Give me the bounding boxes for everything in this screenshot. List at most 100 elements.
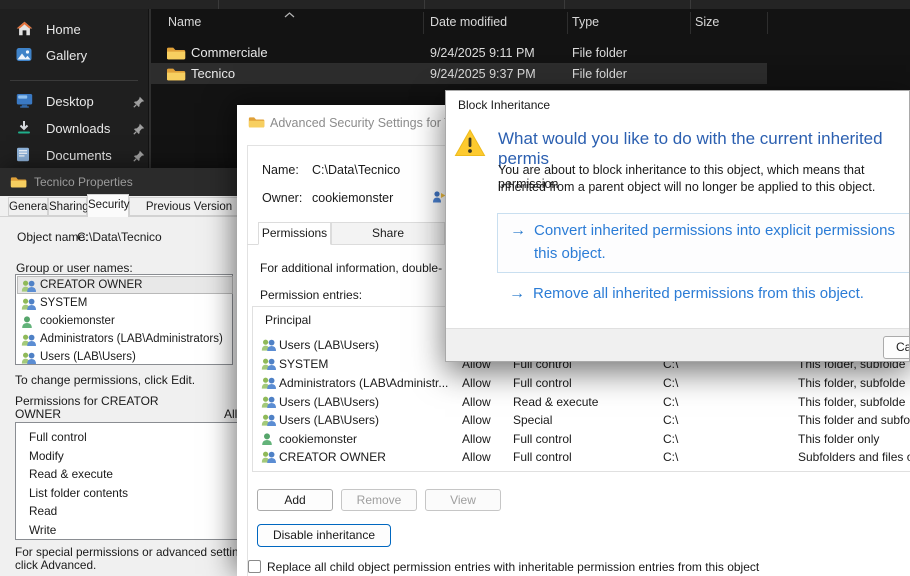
entry-principal: Users (LAB\Users) [279, 395, 379, 409]
explorer-toolbar-bottom-strip [0, 0, 910, 9]
remove-button[interactable]: Remove [341, 489, 417, 511]
group-item-users[interactable]: Users (LAB\Users) [17, 348, 233, 366]
sidebar-item-home[interactable]: Home [0, 18, 148, 42]
tab-security[interactable]: Security [87, 194, 129, 217]
sidebar-item-desktop[interactable]: Desktop [0, 90, 148, 114]
group-icon [21, 351, 37, 369]
tab-label: Share [372, 226, 404, 240]
folder-icon [166, 66, 186, 85]
group-name: CREATOR OWNER [40, 279, 142, 291]
entry-row[interactable]: Administrators (LAB\Administr... Allow F… [252, 374, 910, 392]
downloads-icon [16, 120, 32, 138]
remove-permissions-command-link[interactable]: → Remove all inherited permissions from … [497, 283, 910, 309]
sidebar-item-label: Downloads [46, 121, 110, 136]
column-header-date[interactable]: Date modified [430, 15, 507, 29]
advanced-dialog-title: Advanced Security Settings for Te [270, 116, 457, 130]
permissions-for-label-line1: Permissions for CREATOR [15, 394, 159, 408]
folder-icon [248, 115, 265, 134]
object-name-value: C:\Data\Tecnico [77, 230, 162, 244]
documents-icon [16, 147, 30, 165]
column-header-type[interactable]: Type [572, 15, 599, 29]
sidebar-separator [10, 80, 138, 81]
tab-share[interactable]: Share [331, 222, 445, 245]
view-button[interactable]: View [425, 489, 501, 511]
entry-type: Allow [462, 395, 491, 409]
file-row-commerciale[interactable]: Commerciale 9/24/2025 9:11 PM File folde… [151, 42, 767, 63]
group-name: Administrators (LAB\Administrators) [40, 333, 223, 345]
sort-ascending-icon [284, 5, 295, 23]
arrow-right-icon: → [510, 222, 526, 240]
column-header-name[interactable]: Name [168, 15, 201, 29]
folder-icon [166, 45, 186, 64]
group-icon [261, 396, 277, 411]
groups-label: Group or user names: [16, 261, 133, 275]
entry-row[interactable]: cookiemonster Allow Full control C:\ Thi… [252, 430, 910, 448]
entry-access: Read & execute [513, 395, 598, 409]
group-icon [261, 414, 277, 429]
entry-principal: Users (LAB\Users) [279, 338, 379, 352]
block-inheritance-dialog: Block Inheritance What would you like to… [445, 90, 910, 362]
group-icon [261, 377, 277, 392]
pin-icon [133, 123, 145, 138]
disable-inheritance-button[interactable]: Disable inheritance [257, 524, 391, 547]
file-name: Tecnico [191, 66, 235, 81]
properties-titlebar[interactable]: Tecnico Properties [0, 168, 245, 196]
tab-general[interactable]: General [8, 197, 48, 216]
principal-column-header[interactable]: Principal [265, 313, 311, 327]
sidebar-item-documents[interactable]: Documents [0, 144, 148, 168]
additional-info-text: For additional information, double- [260, 261, 442, 275]
entry-access: Special [513, 413, 552, 427]
column-divider[interactable] [690, 12, 691, 34]
sidebar-item-downloads[interactable]: Downloads [0, 117, 148, 141]
tab-previous-versions[interactable]: Previous Version [129, 197, 245, 216]
convert-permissions-command-link[interactable]: → Convert inherited permissions into exp… [497, 213, 910, 273]
sidebar-item-gallery[interactable]: Gallery [0, 44, 148, 68]
toolbar-divider [424, 0, 425, 9]
add-button[interactable]: Add [257, 489, 333, 511]
permission-item: Modify [29, 449, 64, 463]
column-divider[interactable] [423, 12, 424, 34]
file-date: 9/24/2025 9:11 PM [430, 46, 535, 60]
entry-row[interactable]: CREATOR OWNER Allow Full control C:\ Sub… [252, 448, 910, 466]
toolbar-divider [564, 0, 565, 9]
entry-type: Allow [462, 432, 491, 446]
tab-permissions[interactable]: Permissions [258, 222, 331, 245]
replace-permissions-checkbox[interactable] [248, 560, 261, 573]
permissions-listbox[interactable]: Full control Modify Read & execute List … [15, 422, 245, 540]
column-divider[interactable] [767, 12, 768, 34]
entry-inherited-from: C:\ [663, 450, 678, 464]
entry-access: Full control [513, 432, 572, 446]
toolbar-divider [690, 0, 691, 9]
permission-item: Full control [29, 430, 87, 444]
edit-hint: To change permissions, click Edit. [15, 373, 195, 387]
entry-applies-to: This folder, subfolde [798, 395, 905, 409]
entry-applies-to: Subfolders and files o [798, 450, 910, 464]
block-dialog-body-line2: inherited from a parent object will no l… [498, 180, 875, 194]
group-item-system[interactable]: SYSTEM [17, 294, 233, 312]
tab-sharing[interactable]: Sharing [48, 197, 87, 216]
permissions-for-label-line2: OWNER [15, 407, 61, 421]
group-item-administrators[interactable]: Administrators (LAB\Administrators) [17, 330, 233, 348]
name-value: C:\Data\Tecnico [312, 163, 400, 177]
entry-row[interactable]: Users (LAB\Users) Allow Read & execute C… [252, 393, 910, 411]
group-item-cookiemonster[interactable]: cookiemonster [17, 312, 233, 330]
cancel-button[interactable]: Ca [883, 336, 910, 359]
entry-inherited-from: C:\ [663, 395, 678, 409]
tab-label: General [9, 201, 50, 213]
gallery-icon [16, 47, 32, 65]
remove-option-line1: Remove all inherited permissions from th… [533, 285, 864, 302]
convert-option-line2: this object. [534, 245, 606, 262]
sidebar-item-label: Gallery [46, 48, 87, 63]
group-item-creator-owner[interactable]: CREATOR OWNER [17, 276, 233, 294]
entry-row[interactable]: Users (LAB\Users) Allow Special C:\ This… [252, 411, 910, 429]
sidebar-item-label: Documents [46, 148, 112, 163]
entry-principal: SYSTEM [279, 357, 328, 371]
block-dialog-footer: Ca [446, 328, 910, 362]
column-divider[interactable] [567, 12, 568, 34]
column-header-size[interactable]: Size [695, 15, 719, 29]
entry-inherited-from: C:\ [663, 413, 678, 427]
folder-icon [10, 175, 27, 194]
groups-listbox[interactable]: CREATOR OWNER SYSTEM cookiemonster Admin… [15, 274, 233, 365]
file-row-tecnico[interactable]: Tecnico 9/24/2025 9:37 PM File folder [151, 63, 767, 84]
permission-item: List folder contents [29, 486, 128, 500]
